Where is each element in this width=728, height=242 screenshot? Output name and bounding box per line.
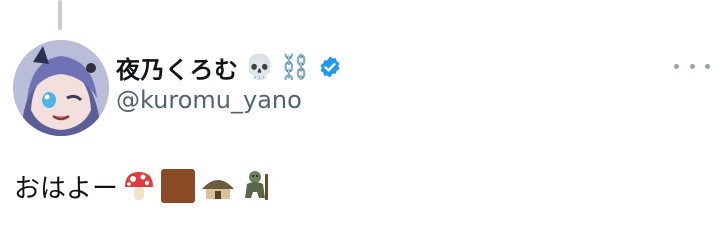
brown-square-emoji xyxy=(161,169,196,203)
verified-badge-icon xyxy=(320,56,340,78)
display-name[interactable]: 夜乃くろむ xyxy=(116,50,239,85)
more-dot xyxy=(674,63,679,69)
mushroom-emoji xyxy=(125,172,154,200)
author-name-row[interactable]: 夜乃くろむ 💀 ⛓️ xyxy=(116,50,342,84)
chains-emoji: ⛓️ xyxy=(280,53,311,81)
avatar[interactable] xyxy=(13,40,109,136)
author-handle[interactable]: @kuromu_yano xyxy=(116,86,302,114)
more-options-icon[interactable] xyxy=(674,60,710,72)
skull-emoji: 💀 xyxy=(244,53,275,81)
thread-connector-line xyxy=(58,0,62,30)
hut-emoji xyxy=(202,180,235,199)
more-dot xyxy=(705,63,710,69)
tweet-text-body: おはよー xyxy=(14,173,119,204)
tweet-text: おはよー xyxy=(14,166,274,206)
more-dot xyxy=(689,63,695,69)
troll-emoji xyxy=(245,171,269,200)
